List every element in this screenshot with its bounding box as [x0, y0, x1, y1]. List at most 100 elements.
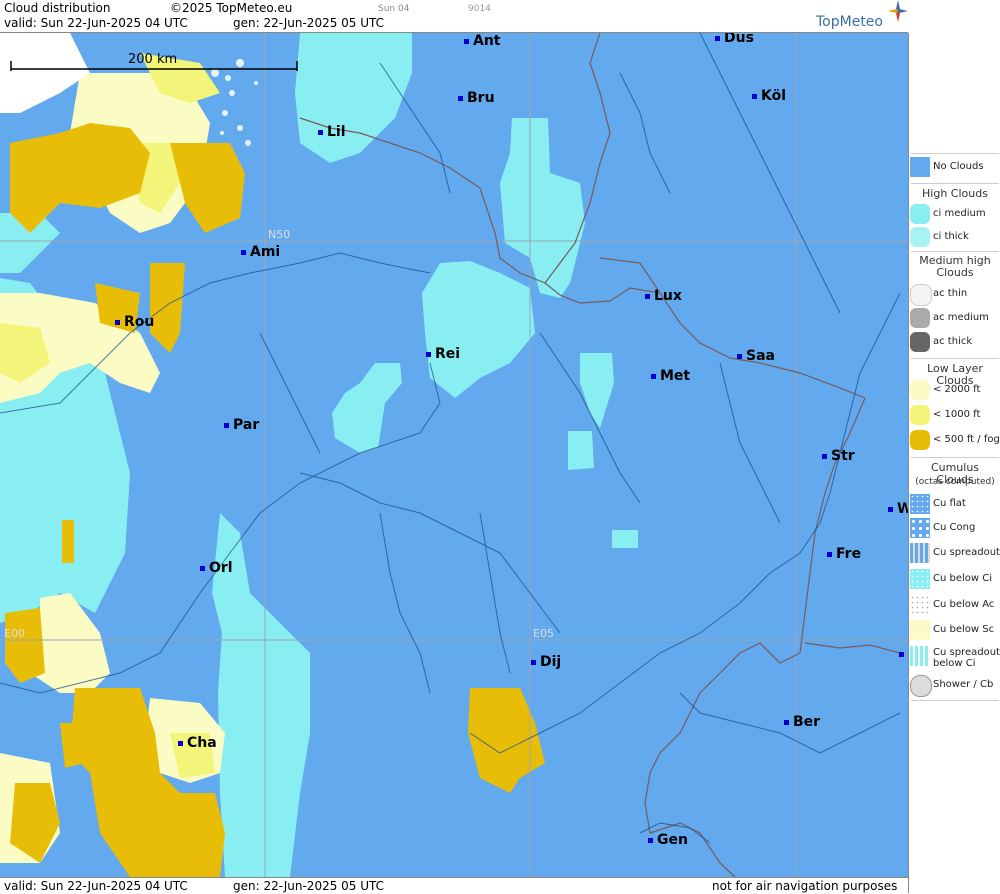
city-marker[interactable]: W [888, 501, 908, 517]
city-marker[interactable]: Str [822, 448, 855, 464]
city-dot-icon [464, 38, 469, 44]
city-label: Met [660, 368, 691, 384]
city-dot-icon [318, 129, 323, 135]
legend-label: < 1000 ft [933, 409, 981, 420]
city-marker[interactable]: Gen [648, 832, 688, 848]
legend-divider [911, 700, 999, 701]
legend-cu-spreadout: Cu spreadout [909, 543, 1000, 565]
city-marker[interactable]: Ami [241, 244, 280, 260]
city-marker[interactable]: Düs [715, 33, 754, 46]
tiny-number: 9014 [468, 4, 491, 14]
city-dot-icon [241, 249, 246, 255]
city-marker[interactable]: Köl [752, 88, 786, 104]
legend-section-subtitle: (octas computed) [915, 477, 995, 487]
city-marker[interactable]: Cha [178, 735, 217, 751]
ci-medium-swatch-icon [910, 204, 930, 224]
legend-cu-below-sc: Cu below Sc [909, 620, 1000, 642]
city-dot-icon [645, 293, 650, 299]
cloud-map-graphics [0, 33, 908, 877]
city-dot-icon [224, 422, 229, 428]
legend-label: Cu below Sc [933, 624, 995, 635]
city-marker[interactable]: Saa [737, 348, 775, 364]
city-dot-icon [752, 93, 757, 99]
tiny-code: Sun 04 [378, 4, 410, 14]
legend-low-500: < 500 ft / fog [909, 430, 1000, 452]
map-title: Cloud distribution [4, 1, 111, 15]
city-marker[interactable]: Ant [464, 33, 501, 49]
city-dot-icon [426, 351, 431, 357]
legend-label: ac thin [933, 288, 968, 299]
city-marker[interactable]: Orl [200, 560, 233, 576]
city-label: Gen [657, 832, 688, 848]
city-marker[interactable]: Ber [784, 714, 820, 730]
low-500-swatch-icon [910, 430, 930, 450]
legend-cu-spreadout-below-ci: Cu spreadout below Ci [909, 646, 1000, 672]
city-dot-icon [178, 740, 183, 746]
legend-label: Cu spreadout [933, 547, 1000, 558]
low-2000-swatch-icon [910, 380, 930, 400]
legend-shower-cb: Shower / Cb [909, 675, 1000, 697]
city-label: Bru [467, 90, 495, 106]
city-label: Lil [327, 124, 346, 140]
city-marker[interactable]: Rei [426, 346, 460, 362]
city-marker[interactable]: Met [651, 368, 690, 384]
legend-cu-cong: Cu Cong [909, 518, 1000, 540]
city-dot-icon [827, 551, 832, 557]
city-label: Lux [654, 288, 682, 304]
ac-medium-swatch-icon [910, 308, 930, 328]
cu-below-ac-swatch-icon [910, 595, 930, 615]
city-marker[interactable]: Lux [645, 288, 682, 304]
footer-valid-time: valid: Sun 22-Jun-2025 04 UTC [4, 879, 188, 893]
legend-label: No Clouds [933, 161, 984, 172]
cloud-map[interactable]: 200 km N50 E00 E05 Ant Düs Bru Köl Lil A… [0, 33, 908, 877]
legend-label: < 500 ft / fog [933, 434, 1000, 445]
legend-label: Cu Cong [933, 522, 976, 533]
city-label: Ber [793, 714, 821, 730]
shower-cb-swatch-icon [910, 675, 932, 697]
copyright: ©2025 TopMeteo.eu [170, 1, 293, 15]
legend-ac-thick: ac thick [909, 332, 1000, 354]
city-dot-icon [715, 35, 720, 41]
country-borders [299, 33, 901, 877]
legend-ci-medium: ci medium [909, 204, 1000, 226]
city-label: Fre [836, 546, 862, 562]
legend-label: ac thick [933, 336, 973, 347]
legend-label: ac medium [933, 312, 989, 323]
legend-label: Cu flat [933, 498, 966, 509]
city-marker[interactable]: Z [899, 646, 908, 662]
city-label: Ami [250, 244, 281, 260]
footer-disclaimer: not for air navigation purposes [712, 879, 898, 893]
city-dot-icon [458, 95, 463, 101]
legend-cu-below-ac: Cu below Ac [909, 595, 1000, 617]
city-label: Par [233, 417, 260, 433]
ac-thin-swatch-icon [910, 284, 932, 306]
city-label: Rou [124, 314, 155, 330]
legend-no-clouds: No Clouds [909, 157, 1000, 179]
city-marker[interactable]: Par [224, 417, 259, 433]
city-marker[interactable]: Fre [827, 546, 861, 562]
legend-ci-thick: ci thick [909, 227, 1000, 249]
city-marker[interactable]: Dij [531, 654, 561, 670]
cu-below-ac-speckle [211, 59, 258, 146]
legend-label: Cu below Ac [933, 599, 995, 610]
city-label: Cha [187, 735, 217, 751]
city-marker[interactable]: Lil [318, 124, 346, 140]
valid-time: valid: Sun 22-Jun-2025 04 UTC [4, 16, 188, 30]
city-dot-icon [784, 719, 789, 725]
cu-below-ci-swatch-icon [910, 569, 930, 589]
city-dot-icon [888, 506, 893, 512]
cu-spreadout-swatch-icon [910, 543, 930, 563]
footer-generated-time: gen: 22-Jun-2025 05 UTC [233, 879, 385, 893]
legend-low-1000: < 1000 ft [909, 405, 1000, 427]
city-dot-icon [531, 659, 536, 665]
city-marker[interactable]: Bru [458, 90, 495, 106]
legend-section-title: High Clouds [922, 187, 988, 200]
generated-time: gen: 22-Jun-2025 05 UTC [233, 16, 385, 30]
legend-divider [911, 251, 999, 252]
city-dot-icon [651, 373, 656, 379]
city-marker[interactable]: Rou [115, 314, 154, 330]
low-1000-swatch-icon [910, 405, 930, 425]
legend-label-line1: Cu spreadout [933, 647, 1000, 658]
compass-logo-icon [888, 0, 908, 25]
grid-label-e05: E05 [533, 627, 554, 640]
